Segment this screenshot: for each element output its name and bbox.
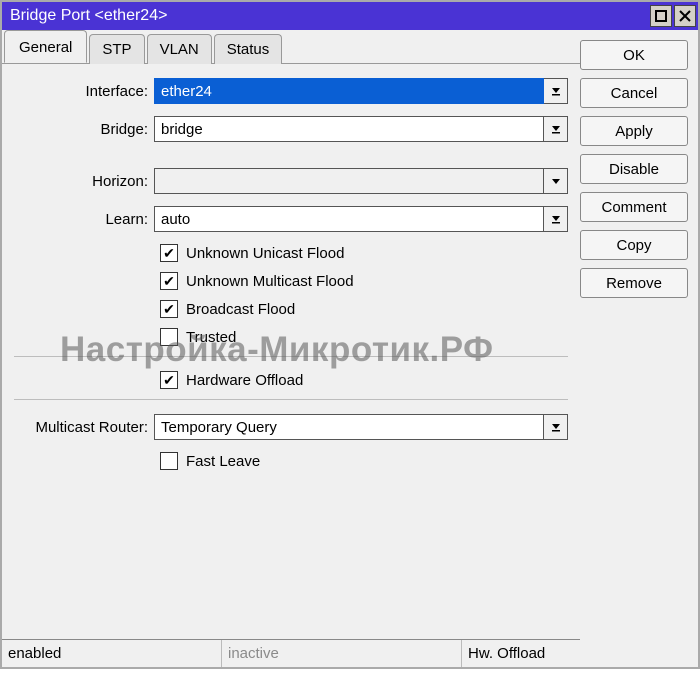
disable-label: Disable — [609, 161, 659, 178]
fast-leave-label: Fast Leave — [186, 453, 260, 470]
ok-button[interactable]: OK — [580, 40, 688, 70]
multicast-router-dropdown-icon[interactable] — [544, 414, 568, 440]
broadcast-flood-label: Broadcast Flood — [186, 301, 295, 318]
general-form: Interface: ether24 Bridge: bridge — [2, 64, 580, 639]
titlebar: Bridge Port <ether24> — [2, 2, 698, 30]
bridge-combo[interactable]: bridge — [154, 116, 544, 142]
status-enabled: enabled — [2, 640, 222, 667]
cancel-button[interactable]: Cancel — [580, 78, 688, 108]
separator — [14, 356, 568, 357]
ok-label: OK — [623, 47, 645, 64]
horizon-combo[interactable] — [154, 168, 544, 194]
interface-combo[interactable]: ether24 — [154, 78, 544, 104]
apply-button[interactable]: Apply — [580, 116, 688, 146]
trusted-checkbox[interactable] — [160, 328, 178, 346]
unknown-unicast-flood-checkbox[interactable] — [160, 244, 178, 262]
hardware-offload-checkbox[interactable] — [160, 371, 178, 389]
tab-status[interactable]: Status — [214, 34, 283, 64]
unknown-multicast-flood-checkbox[interactable] — [160, 272, 178, 290]
status-hw-offload: Hw. Offload — [462, 640, 580, 667]
horizon-label: Horizon: — [14, 173, 154, 190]
status-inactive: inactive — [222, 640, 462, 667]
multicast-router-combo[interactable]: Temporary Query — [154, 414, 544, 440]
learn-dropdown-icon[interactable] — [544, 206, 568, 232]
restore-button[interactable] — [650, 5, 672, 27]
fast-leave-checkbox[interactable] — [160, 452, 178, 470]
tab-general[interactable]: General — [4, 30, 87, 63]
unknown-unicast-flood-label: Unknown Unicast Flood — [186, 245, 344, 262]
remove-button[interactable]: Remove — [580, 268, 688, 298]
disable-button[interactable]: Disable — [580, 154, 688, 184]
comment-button[interactable]: Comment — [580, 192, 688, 222]
bridge-dropdown-icon[interactable] — [544, 116, 568, 142]
tab-status-label: Status — [227, 41, 270, 58]
comment-label: Comment — [601, 199, 666, 216]
copy-button[interactable]: Copy — [580, 230, 688, 260]
tab-stp[interactable]: STP — [89, 34, 144, 64]
bridge-label: Bridge: — [14, 121, 154, 138]
tab-vlan[interactable]: VLAN — [147, 34, 212, 64]
trusted-label: Trusted — [186, 329, 236, 346]
unknown-multicast-flood-label: Unknown Multicast Flood — [186, 273, 354, 290]
tab-vlan-label: VLAN — [160, 41, 199, 58]
learn-combo[interactable]: auto — [154, 206, 544, 232]
interface-label: Interface: — [14, 83, 154, 100]
tab-general-label: General — [19, 39, 72, 56]
close-button[interactable] — [674, 5, 696, 27]
bridge-port-window: Bridge Port <ether24> General STP VLAN S… — [0, 0, 700, 669]
cancel-label: Cancel — [611, 85, 658, 102]
tab-bar: General STP VLAN Status — [2, 30, 580, 64]
window-controls — [650, 5, 698, 27]
interface-value: ether24 — [161, 83, 212, 100]
bridge-value: bridge — [161, 121, 203, 138]
multicast-router-label: Multicast Router: — [14, 419, 154, 436]
window-body: General STP VLAN Status Interface: ether… — [2, 30, 698, 667]
sidebar: OK Cancel Apply Disable Comment Copy Rem… — [580, 30, 698, 667]
window-title: Bridge Port <ether24> — [10, 7, 167, 25]
interface-dropdown-icon[interactable] — [544, 78, 568, 104]
remove-label: Remove — [606, 275, 662, 292]
copy-label: Copy — [616, 237, 651, 254]
learn-label: Learn: — [14, 211, 154, 228]
main-panel: General STP VLAN Status Interface: ether… — [2, 30, 580, 667]
multicast-router-value: Temporary Query — [161, 419, 277, 436]
tab-stp-label: STP — [102, 41, 131, 58]
separator — [14, 399, 568, 400]
status-bar: enabled inactive Hw. Offload — [2, 639, 580, 667]
apply-label: Apply — [615, 123, 653, 140]
broadcast-flood-checkbox[interactable] — [160, 300, 178, 318]
horizon-dropdown-icon[interactable] — [544, 168, 568, 194]
learn-value: auto — [161, 211, 190, 228]
hardware-offload-label: Hardware Offload — [186, 372, 303, 389]
